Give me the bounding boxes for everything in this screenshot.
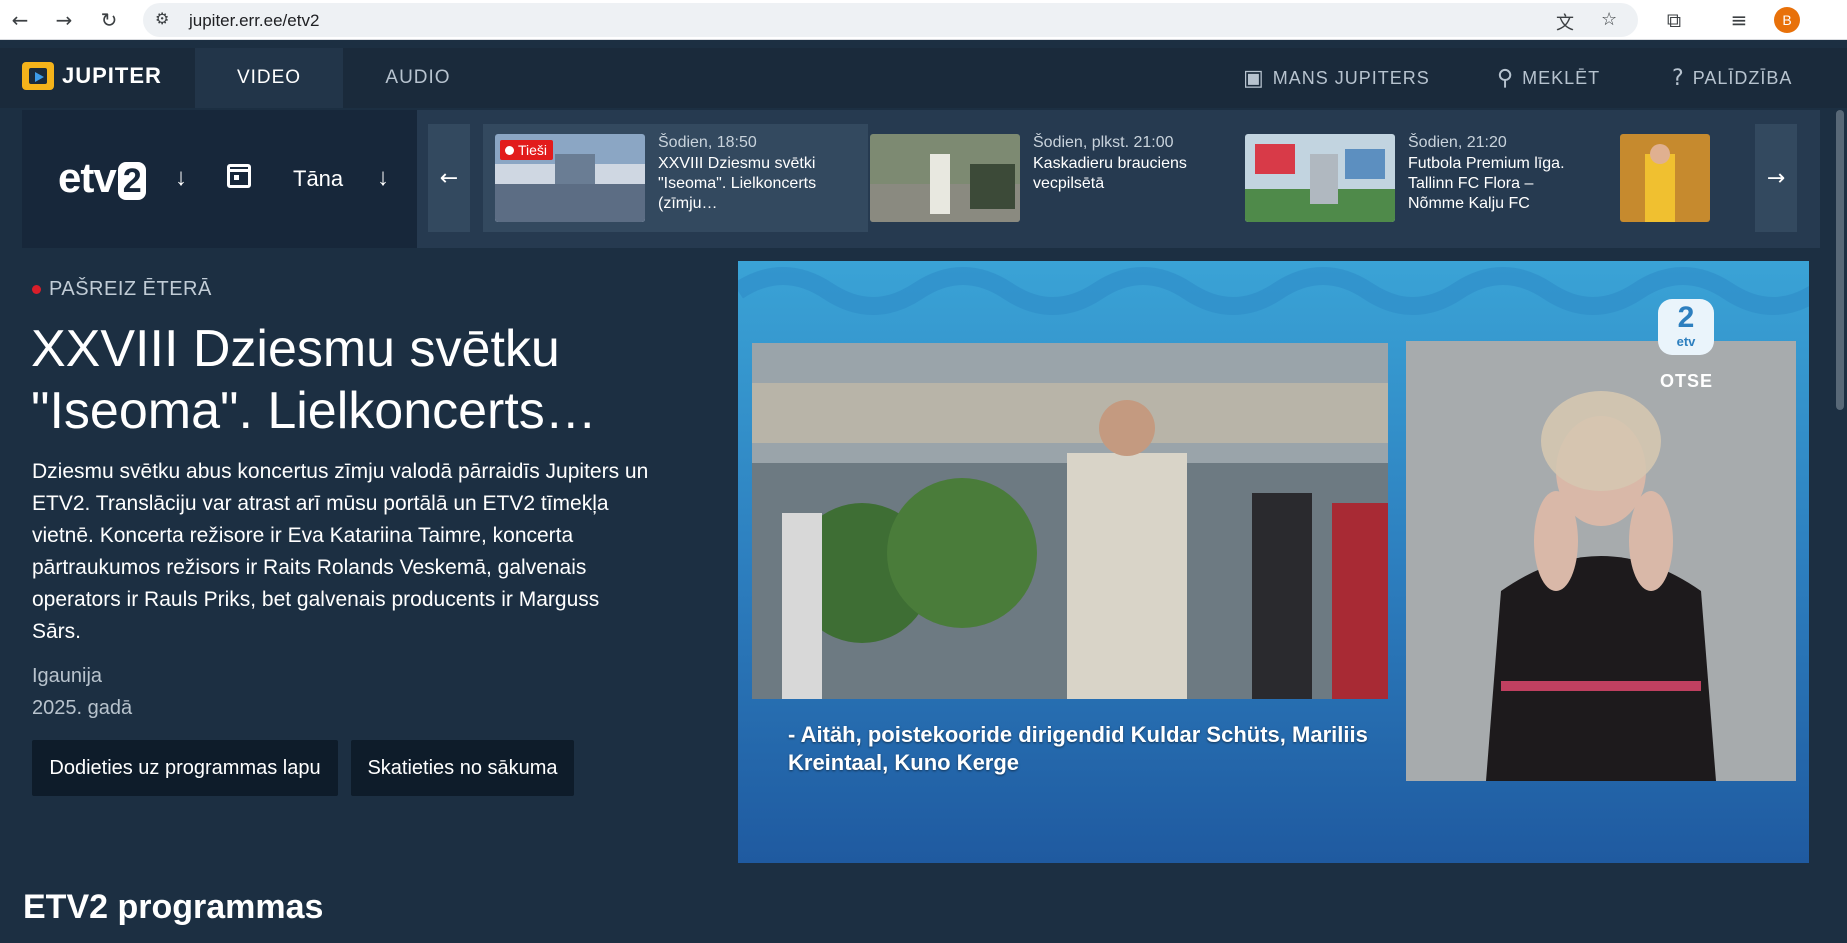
- search-icon: ⚲: [1497, 65, 1515, 91]
- logo-text: JUPITER: [62, 63, 162, 88]
- channel-logo-text: etv: [58, 154, 117, 201]
- video-subtitle: - Aitäh, poistekooride dirigendid Kuldar…: [788, 722, 1368, 775]
- card-title: Futbola Premium līga. Tallinn FC Flora –…: [1408, 155, 1565, 212]
- scrollbar-thumb[interactable]: [1836, 110, 1844, 410]
- channel-dropdown-icon[interactable]: ↓: [175, 164, 187, 192]
- help-link[interactable]: ? PALĪDZĪBA: [1672, 48, 1792, 108]
- search-link[interactable]: ⚲ MEKLĒT: [1497, 48, 1600, 108]
- calendar-icon[interactable]: [227, 164, 251, 188]
- jupiter-logo[interactable]: JUPITER: [22, 62, 162, 90]
- profile-avatar[interactable]: B: [1774, 7, 1800, 33]
- url-text[interactable]: jupiter.err.ee/etv2: [189, 11, 319, 31]
- channel-logo-number: 2: [117, 162, 146, 200]
- browser-toolbar: ← → ↻ ⚙ jupiter.err.ee/etv2 文 ☆ ⧉ ≡ B: [0, 0, 1847, 40]
- live-badge: Tieši: [500, 140, 554, 160]
- back-icon[interactable]: ←: [6, 6, 34, 34]
- main-video-feed: [752, 343, 1388, 699]
- etv2-channel-logo[interactable]: etv 2: [58, 154, 146, 202]
- programs-heading: ETV2 programmas: [23, 888, 324, 926]
- my-jupiter-label: MANS JUPITERS: [1272, 67, 1430, 88]
- card-time: Šodien, plkst. 21:00: [1033, 134, 1174, 151]
- program-year: 2025. gadā: [32, 697, 133, 719]
- jupiter-logo-icon: [22, 62, 54, 90]
- live-dot-icon: [32, 285, 41, 294]
- page-scrollbar[interactable]: [1833, 108, 1847, 943]
- tab-audio[interactable]: AUDIO: [343, 48, 493, 108]
- thumbnail-concert: Tieši: [495, 134, 645, 222]
- translate-icon[interactable]: 文: [1556, 9, 1574, 35]
- sign-language-feed: [1406, 341, 1796, 781]
- live-watermark: OTSE: [1660, 371, 1714, 391]
- bookmark-star-icon[interactable]: ☆: [1601, 9, 1617, 30]
- strip-next-button[interactable]: →: [1755, 124, 1797, 232]
- video-player[interactable]: 2 etv OTSE - Aitäh, poistekooride dirigen…: [738, 261, 1809, 863]
- channel-schedule-strip: etv 2 ↓ Tāna ↓ ← Tieši Šodien, 18:50 XXVI…: [22, 110, 1820, 248]
- channel-picker: etv 2 ↓ Tāna ↓: [22, 110, 417, 248]
- playlist-icon: ▣: [1243, 65, 1265, 91]
- card-time: Šodien, 18:50: [658, 134, 757, 151]
- address-bar[interactable]: ⚙ jupiter.err.ee/etv2 文 ☆: [143, 3, 1638, 37]
- thumbnail-stunt: [870, 134, 1020, 222]
- card-time: Šodien, 21:20: [1408, 134, 1507, 151]
- program-title: XXVIII Dziesmu svētku "Iseoma". Lielkonc…: [31, 320, 597, 440]
- tab-video[interactable]: VIDEO: [195, 48, 343, 108]
- etv2-watermark-logo: 2 etv: [1658, 299, 1714, 355]
- media-controls-icon[interactable]: ≡: [1725, 6, 1753, 34]
- search-label: MEKLĒT: [1522, 67, 1601, 88]
- decorative-wave: [738, 267, 1809, 315]
- extensions-icon[interactable]: ⧉: [1660, 6, 1688, 34]
- on-air-indicator: PAŠREIZ ĒTERĀ: [32, 278, 212, 301]
- card-title: XXVIII Dziesmu svētki "Iseoma". Lielkonc…: [658, 155, 817, 212]
- schedule-card-2[interactable]: Šodien, plkst. 21:00 Kaskadieru braucien…: [858, 124, 1243, 232]
- program-description: Dziesmu svētku abus koncertus zīmju valo…: [32, 460, 649, 643]
- help-label: PALĪDZĪBA: [1692, 67, 1793, 88]
- watermark-number: 2: [1677, 301, 1695, 334]
- forward-icon[interactable]: →: [50, 6, 78, 34]
- go-to-program-button[interactable]: Dodieties uz programmas lapu: [32, 740, 338, 796]
- site-settings-icon[interactable]: ⚙: [155, 9, 169, 28]
- thumbnail-show: [1620, 134, 1710, 222]
- help-icon: ?: [1672, 65, 1685, 91]
- schedule-card-1[interactable]: Tieši Šodien, 18:50 XXVIII Dziesmu svētk…: [483, 124, 868, 232]
- card-title: Kaskadieru brauciens vecpilsētā: [1033, 155, 1187, 192]
- schedule-card-3[interactable]: Šodien, 21:20 Futbola Premium līga. Tall…: [1233, 124, 1618, 232]
- program-country: Igaunija: [32, 665, 103, 687]
- my-jupiter-link[interactable]: ▣ MANS JUPITERS: [1243, 48, 1430, 108]
- watch-from-start-button[interactable]: Skatieties no sākuma: [351, 740, 574, 796]
- site-header: JUPITER VIDEO AUDIO ▣ MANS JUPITERS ⚲ ME…: [0, 48, 1847, 108]
- schedule-card-4[interactable]: [1608, 124, 1758, 232]
- watermark-text: etv: [1676, 334, 1696, 349]
- reload-icon[interactable]: ↻: [95, 6, 123, 34]
- strip-prev-button[interactable]: ←: [428, 124, 470, 232]
- thumbnail-football: [1245, 134, 1395, 222]
- on-air-label: PAŠREIZ ĒTERĀ: [49, 278, 212, 300]
- day-selector[interactable]: Tāna: [293, 166, 343, 192]
- day-dropdown-icon[interactable]: ↓: [377, 164, 389, 192]
